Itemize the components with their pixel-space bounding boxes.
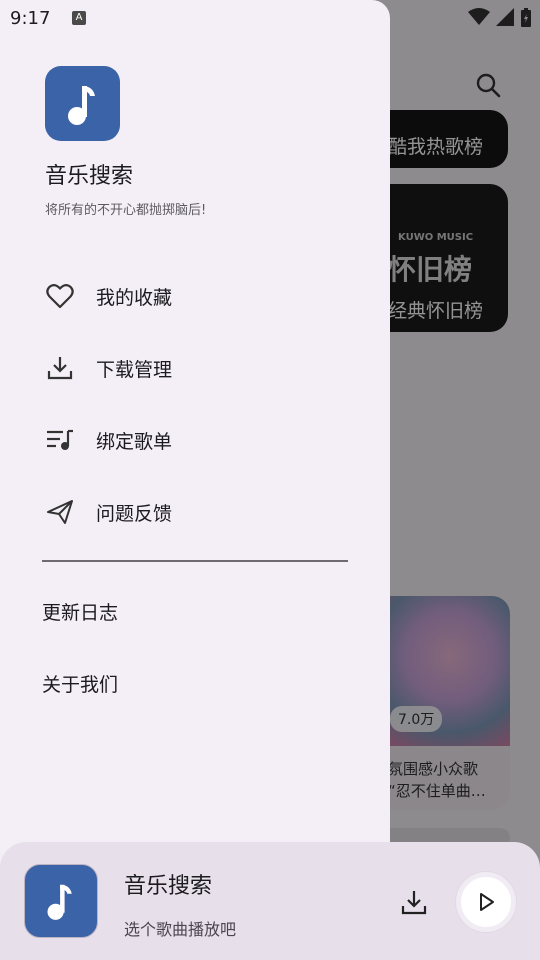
app-name: 音乐搜索 [45, 164, 134, 189]
menu-label: 下载管理 [96, 358, 173, 381]
menu-item-downloads[interactable]: 下载管理 [44, 342, 344, 394]
player-title: 音乐搜索 [124, 874, 213, 899]
playlist-icon [44, 424, 76, 456]
download-icon [401, 891, 427, 915]
heart-icon [44, 280, 76, 312]
app-slogan: 将所有的不开心都抛掷脑后! [45, 203, 207, 218]
player-download-button[interactable] [396, 884, 432, 920]
play-button[interactable] [456, 872, 516, 932]
menu-item-bind-playlist[interactable]: 绑定歌单 [44, 414, 344, 466]
notification-icon: A [72, 11, 86, 25]
music-note-icon [67, 85, 95, 125]
app-logo [45, 66, 120, 141]
menu-item-about[interactable]: 关于我们 [42, 670, 118, 697]
download-icon [44, 352, 76, 384]
menu-item-feedback[interactable]: 问题反馈 [44, 486, 344, 538]
navigation-drawer: 9:17 A 音乐搜索 将所有的不开心都抛掷脑后! 我的收藏 下载管理 绑定歌单… [0, 0, 390, 960]
player-subtitle: 选个歌曲播放吧 [124, 920, 237, 939]
menu-divider [42, 560, 348, 562]
status-time: 9:17 [10, 8, 51, 29]
menu-label: 我的收藏 [96, 286, 173, 309]
music-note-icon [47, 884, 72, 920]
player-cover [24, 864, 98, 938]
menu-label: 问题反馈 [96, 502, 173, 525]
send-icon [44, 496, 76, 528]
mini-player[interactable]: 音乐搜索 选个歌曲播放吧 [0, 842, 540, 960]
menu-item-changelog[interactable]: 更新日志 [42, 598, 118, 625]
play-icon [480, 893, 494, 911]
menu-item-favorites[interactable]: 我的收藏 [44, 270, 344, 322]
menu-label: 绑定歌单 [96, 430, 173, 453]
